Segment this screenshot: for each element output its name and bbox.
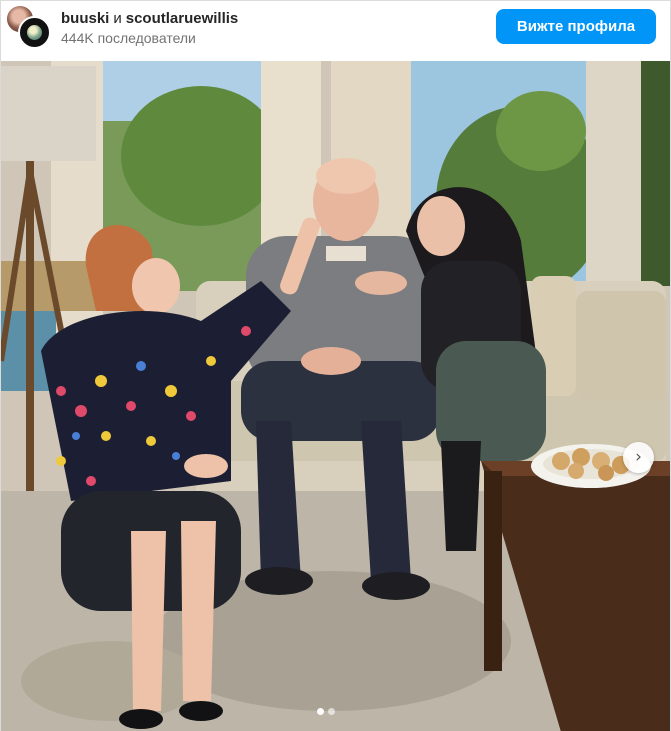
carousel-dot-1[interactable] bbox=[317, 708, 324, 715]
photo-scene bbox=[1, 61, 670, 731]
avatar-scoutlaruewillis[interactable] bbox=[18, 16, 51, 49]
author-names: buuski и scoutlaruewillis bbox=[61, 10, 238, 27]
carousel-next-button[interactable]: › bbox=[623, 442, 654, 473]
carousel-indicators bbox=[317, 708, 335, 715]
author-conjunction: и bbox=[113, 10, 122, 27]
collab-avatars[interactable] bbox=[5, 4, 51, 49]
post-header: buuski и scoutlaruewillis 444K последовате… bbox=[1, 1, 670, 60]
post-photo[interactable]: › bbox=[1, 61, 670, 731]
instagram-post-embed: buuski и scoutlaruewillis 444K последовате… bbox=[0, 0, 671, 731]
view-profile-button[interactable]: Вижте профила bbox=[496, 9, 656, 44]
author-link-scoutlaruewillis[interactable]: scoutlaruewillis bbox=[126, 10, 239, 27]
carousel-dot-2[interactable] bbox=[328, 708, 335, 715]
author-link-buuski[interactable]: buuski bbox=[61, 10, 109, 27]
follower-count: 444K последователи bbox=[61, 30, 196, 46]
chevron-right-icon: › bbox=[635, 447, 642, 467]
